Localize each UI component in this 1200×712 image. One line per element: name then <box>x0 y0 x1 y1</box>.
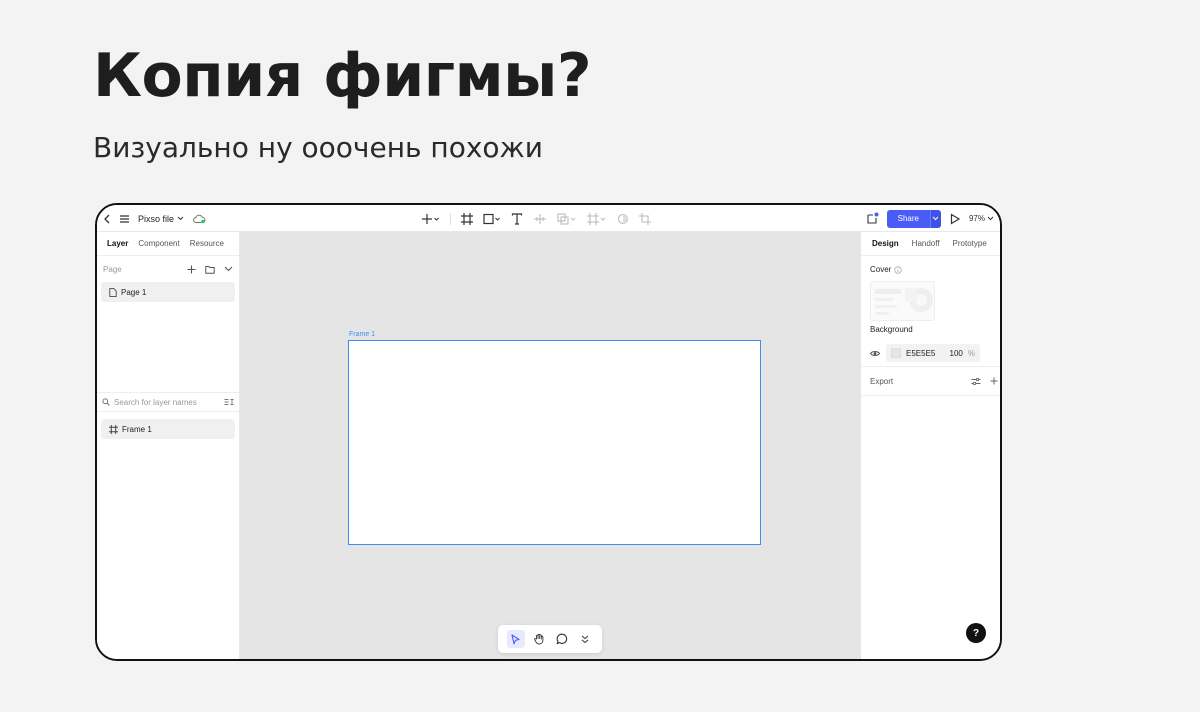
panel-divider <box>861 395 1000 396</box>
hand-tool-button[interactable] <box>530 630 548 648</box>
toolbar-divider <box>450 212 451 225</box>
layer-list-item[interactable]: Frame 1 <box>101 419 235 439</box>
mask-tool-icon[interactable] <box>587 212 607 225</box>
panel-divider <box>861 366 1000 367</box>
tab-prototype[interactable]: Prototype <box>953 239 987 248</box>
zoom-dropdown[interactable]: 97% <box>969 214 994 223</box>
add-export-icon[interactable] <box>990 377 998 385</box>
chevron-down-icon <box>177 216 184 221</box>
canvas[interactable]: Frame 1 <box>240 232 861 659</box>
filter-icon[interactable] <box>224 398 234 406</box>
cover-label: Cover <box>870 265 892 274</box>
add-page-icon[interactable] <box>187 265 196 274</box>
tab-handoff[interactable]: Handoff <box>912 239 940 248</box>
background-label: Background <box>870 325 913 334</box>
tab-layer[interactable]: Layer <box>107 239 128 248</box>
share-button-label: Share <box>886 209 930 228</box>
page-list-item[interactable]: Page 1 <box>101 282 235 302</box>
page-icon <box>109 287 117 297</box>
crop-tool-icon[interactable] <box>639 212 651 225</box>
color-swatch[interactable] <box>891 348 901 358</box>
share-button[interactable]: Share <box>886 209 941 228</box>
export-label: Export <box>870 376 894 386</box>
play-icon[interactable] <box>949 212 961 225</box>
help-button[interactable]: ? <box>966 623 986 643</box>
top-toolbar: Pixso file Share 97% <box>97 205 1000 232</box>
right-panel: Design Handoff Prototype Cover Backgroun… <box>861 232 1000 659</box>
notification-icon[interactable] <box>866 212 879 225</box>
opacity-unit: % <box>967 348 975 358</box>
add-tool-button[interactable] <box>422 213 440 225</box>
slide-subtitle: Визуально ну ooочень похожи <box>93 131 543 164</box>
boolean-tool-icon[interactable] <box>557 212 577 225</box>
cover-thumbnail[interactable] <box>870 281 935 321</box>
contrast-icon[interactable] <box>617 213 629 225</box>
export-settings-icon[interactable] <box>971 377 981 386</box>
background-row: E5E5E5 100 % <box>870 344 980 362</box>
background-color-field[interactable]: E5E5E5 100 % <box>886 344 980 362</box>
move-tool-button[interactable] <box>506 630 525 648</box>
folder-icon[interactable] <box>205 265 215 274</box>
tab-component[interactable]: Component <box>138 239 179 248</box>
text-tool-icon[interactable] <box>511 212 523 225</box>
frame-tool-icon[interactable] <box>461 212 473 225</box>
collapse-pages-icon[interactable] <box>224 266 233 272</box>
layer-search-input[interactable]: Search for layer names <box>114 398 220 407</box>
bottom-toolbar <box>498 625 602 653</box>
frame-icon <box>109 424 118 434</box>
frame-selection[interactable] <box>348 340 761 545</box>
layer-name: Frame 1 <box>122 424 152 434</box>
more-tools-icon[interactable] <box>576 630 594 648</box>
pages-header: Page <box>97 256 239 282</box>
toolbar-right: Share 97% <box>866 205 994 232</box>
eye-icon[interactable] <box>870 350 880 357</box>
cover-section-title: Cover <box>870 265 903 274</box>
file-name-dropdown[interactable]: Pixso file <box>138 214 184 224</box>
shape-tool-icon[interactable] <box>483 213 501 225</box>
comment-tool-button[interactable] <box>553 630 571 648</box>
pages-label: Page <box>103 264 122 274</box>
cover-illustration-icon <box>875 288 933 315</box>
zoom-level: 97% <box>968 214 985 223</box>
back-icon[interactable] <box>103 214 111 224</box>
tab-resource[interactable]: Resource <box>190 239 224 248</box>
file-name-label: Pixso file <box>138 213 175 224</box>
menu-icon[interactable] <box>119 214 130 224</box>
search-icon <box>102 398 110 406</box>
background-hex[interactable]: E5E5E5 <box>906 349 945 358</box>
slide-title: Копия фигмы? <box>93 41 592 111</box>
background-opacity[interactable]: 100 <box>950 349 963 358</box>
export-section: Export <box>870 373 998 389</box>
layer-search[interactable]: Search for layer names <box>97 392 239 412</box>
cloud-sync-icon <box>192 214 206 224</box>
chevron-down-icon <box>987 216 994 221</box>
left-panel-tabs: Layer Component Resource <box>97 232 239 256</box>
app-window: Pixso file Share 97% Layer Component Res… <box>95 203 1002 661</box>
frame-label[interactable]: Frame 1 <box>349 331 375 338</box>
info-icon[interactable] <box>894 265 903 274</box>
toolbar-left: Pixso file <box>103 205 206 232</box>
background-section-title: Background <box>870 325 913 334</box>
tab-design[interactable]: Design <box>872 239 899 248</box>
share-dropdown-icon[interactable] <box>929 209 941 228</box>
left-panel: Layer Component Resource Page Page 1 Sea… <box>97 232 240 659</box>
component-tool-icon[interactable] <box>533 213 547 225</box>
toolbar-tools <box>422 205 651 232</box>
page-name: Page 1 <box>121 287 147 297</box>
right-panel-tabs: Design Handoff Prototype <box>861 232 1000 256</box>
